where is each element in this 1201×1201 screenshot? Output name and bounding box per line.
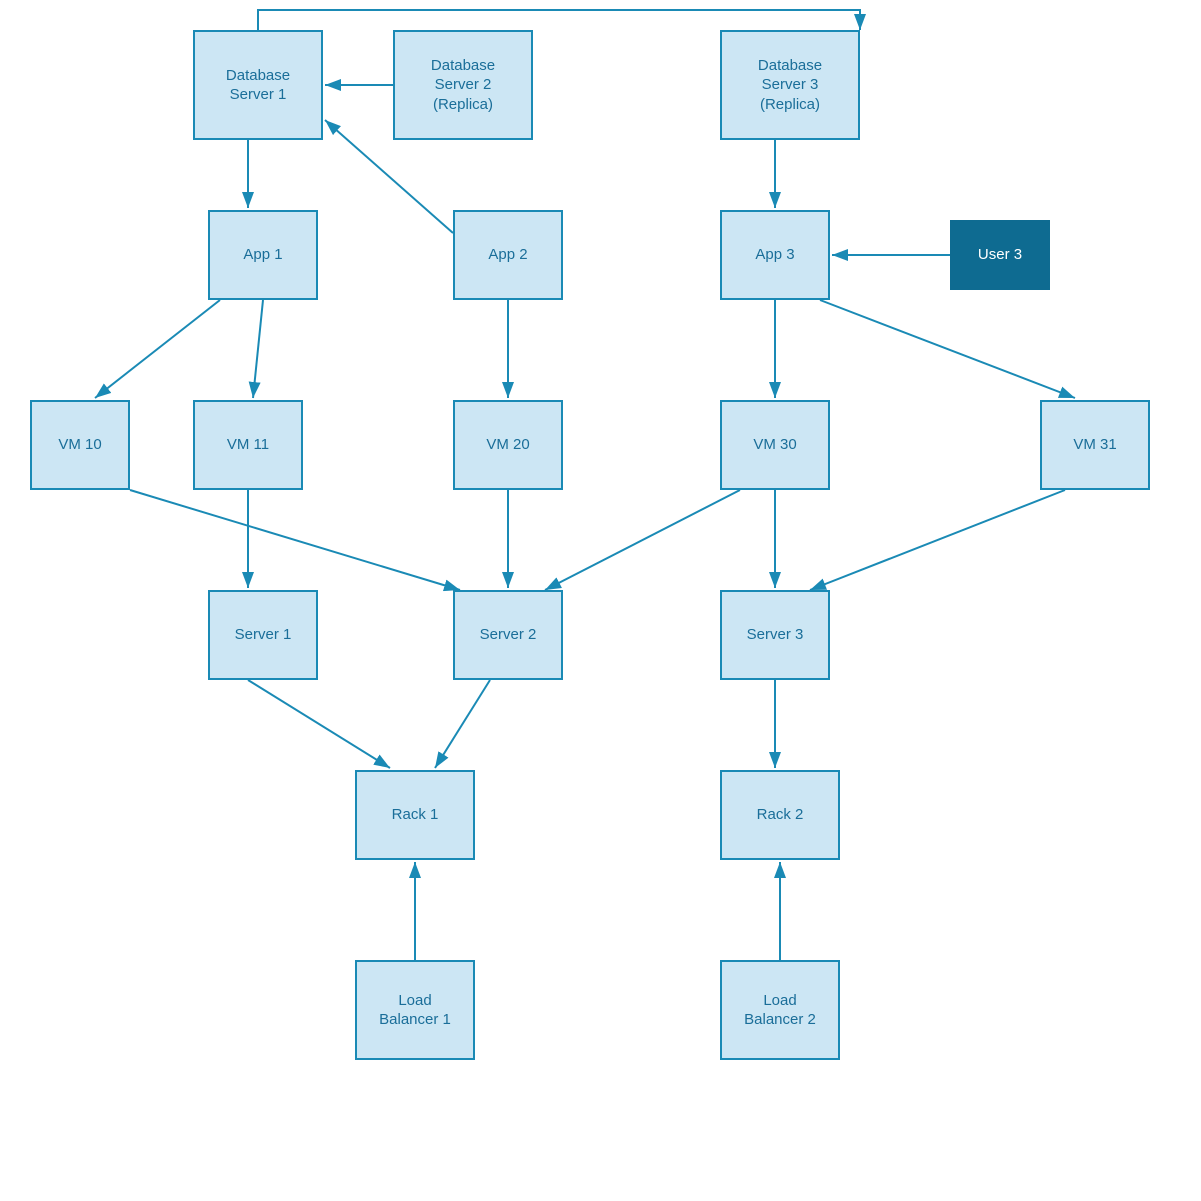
node-label-db2: Database Server 2 (Replica)	[431, 56, 495, 115]
node-label-rack2: Rack 2	[757, 805, 804, 825]
node-label-app1: App 1	[243, 245, 282, 265]
node-label-srv3: Server 3	[747, 625, 804, 645]
node-vm31: VM 31	[1040, 400, 1150, 490]
node-label-vm10: VM 10	[58, 435, 101, 455]
arrows-layer	[0, 0, 1201, 1201]
node-label-vm11: VM 11	[227, 435, 269, 455]
diagram: Database Server 1 Database Server 2 (Repl…	[0, 0, 1201, 1201]
node-db1: Database Server 1	[193, 30, 323, 140]
node-label-app2: App 2	[488, 245, 527, 265]
node-db2: Database Server 2 (Replica)	[393, 30, 533, 140]
node-vm11: VM 11	[193, 400, 303, 490]
node-user3: User 3	[950, 220, 1050, 290]
node-label-srv2: Server 2	[480, 625, 537, 645]
node-label-db1: Database Server 1	[226, 66, 290, 105]
node-label-lb1: Load Balancer 1	[379, 991, 451, 1030]
node-app2: App 2	[453, 210, 563, 300]
node-vm20: VM 20	[453, 400, 563, 490]
node-db3: Database Server 3 (Replica)	[720, 30, 860, 140]
node-label-srv1: Server 1	[235, 625, 292, 645]
node-app3: App 3	[720, 210, 830, 300]
node-srv1: Server 1	[208, 590, 318, 680]
node-label-app3: App 3	[755, 245, 794, 265]
node-label-rack1: Rack 1	[392, 805, 439, 825]
node-srv3: Server 3	[720, 590, 830, 680]
node-app1: App 1	[208, 210, 318, 300]
node-lb2: Load Balancer 2	[720, 960, 840, 1060]
node-lb1: Load Balancer 1	[355, 960, 475, 1060]
node-label-vm20: VM 20	[486, 435, 529, 455]
node-label-vm31: VM 31	[1073, 435, 1116, 455]
node-label-user3: User 3	[978, 245, 1022, 265]
node-label-vm30: VM 30	[753, 435, 796, 455]
node-label-db3: Database Server 3 (Replica)	[758, 56, 822, 115]
node-vm30: VM 30	[720, 400, 830, 490]
node-label-lb2: Load Balancer 2	[744, 991, 816, 1030]
node-vm10: VM 10	[30, 400, 130, 490]
node-rack1: Rack 1	[355, 770, 475, 860]
node-rack2: Rack 2	[720, 770, 840, 860]
node-srv2: Server 2	[453, 590, 563, 680]
